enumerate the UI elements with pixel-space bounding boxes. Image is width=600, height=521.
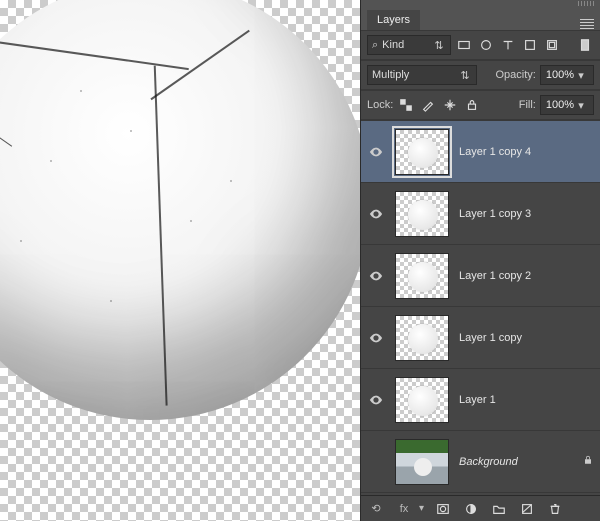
visibility-toggle[interactable] [367,333,385,343]
link-layers-button[interactable]: ⟲ [367,500,385,518]
visibility-toggle[interactable] [367,147,385,157]
new-group-button[interactable] [490,500,508,518]
filter-type-icon[interactable] [499,36,517,54]
chevron-updown-icon: ⇅ [458,69,472,82]
hamburger-icon [580,19,594,29]
layer-name[interactable]: Layer 1 [459,394,594,406]
opacity-value-input[interactable]: 100% ▾ [540,65,594,85]
canvas-sphere-artwork [0,0,360,420]
chevron-down-icon: ▾ [574,99,588,112]
eye-icon [369,147,383,157]
fill-value: 100% [546,99,574,111]
blend-opacity-row: Multiply ⇅ Opacity: 100% ▾ [361,60,600,90]
opacity-value: 100% [546,69,574,81]
filter-toggle-switch[interactable] [576,36,594,54]
filter-adjustment-icon[interactable] [477,36,495,54]
layers-panel-footer: ⟲ fx ▾ [361,495,600,521]
document-canvas[interactable] [0,0,360,521]
fill-label: Fill: [519,99,536,111]
new-layer-button[interactable] [518,500,536,518]
lock-all-icon[interactable] [463,96,481,114]
search-icon: ⌕ [372,39,378,52]
blend-mode-dropdown[interactable]: Multiply ⇅ [367,65,477,85]
layer-row[interactable]: Layer 1 [361,369,600,431]
layer-name[interactable]: Background [459,456,572,468]
lock-icon[interactable] [582,454,594,469]
layer-thumbnail[interactable] [395,191,449,237]
filter-pixel-icon[interactable] [455,36,473,54]
layer-filter-row: ⌕ Kind ⇅ [361,30,600,60]
blend-mode-value: Multiply [372,69,458,81]
layers-panel: Layers ⌕ Kind ⇅ Multiply ⇅ Opacity: 100%… [360,0,600,521]
chevron-updown-icon: ⇅ [432,39,446,52]
layer-thumbnail[interactable] [395,377,449,423]
filter-shape-icon[interactable] [521,36,539,54]
fill-value-input[interactable]: 100% ▾ [540,95,594,115]
layer-name[interactable]: Layer 1 copy 3 [459,208,594,220]
filter-kind-value: Kind [382,39,432,51]
visibility-toggle[interactable] [367,395,385,405]
eye-icon [369,271,383,281]
layer-name[interactable]: Layer 1 copy 4 [459,146,594,158]
delete-layer-button[interactable] [546,500,564,518]
layer-row[interactable]: Layer 1 copy 2 [361,245,600,307]
visibility-toggle[interactable] [367,209,385,219]
fx-icon: fx [400,503,409,515]
eye-icon [369,395,383,405]
layer-thumbnail[interactable] [395,439,449,485]
layers-list[interactable]: Layer 1 copy 4 Layer 1 copy 3 Layer 1 copy… [361,120,600,495]
layer-name[interactable]: Layer 1 copy [459,332,594,344]
add-mask-button[interactable] [434,500,452,518]
lock-label: Lock: [367,99,393,111]
chevron-down-icon: ▾ [574,69,588,82]
opacity-label: Opacity: [496,69,536,81]
chevron-down-icon: ▾ [419,503,424,514]
lock-fill-row: Lock: Fill: 100% ▾ [361,90,600,120]
panel-tabs: Layers [361,8,600,30]
lock-pixels-icon[interactable] [419,96,437,114]
new-adjustment-button[interactable] [462,500,480,518]
layer-thumbnail[interactable] [395,129,449,175]
layer-name[interactable]: Layer 1 copy 2 [459,270,594,282]
filter-smart-icon[interactable] [543,36,561,54]
lock-position-icon[interactable] [441,96,459,114]
lock-transparent-icon[interactable] [397,96,415,114]
layer-row[interactable]: Layer 1 copy 3 [361,183,600,245]
panel-collapse-handle[interactable] [361,0,600,8]
eye-icon [369,209,383,219]
filter-kind-dropdown[interactable]: ⌕ Kind ⇅ [367,35,451,55]
tab-layers[interactable]: Layers [367,10,420,30]
panel-menu-button[interactable] [574,18,600,30]
eye-icon [369,333,383,343]
layer-row[interactable]: Layer 1 copy 4 [361,121,600,183]
layer-row[interactable]: Layer 1 copy [361,307,600,369]
visibility-toggle[interactable] [367,271,385,281]
layer-thumbnail[interactable] [395,315,449,361]
layer-effects-button[interactable]: fx [395,500,413,518]
layer-thumbnail[interactable] [395,253,449,299]
layer-row[interactable]: Background [361,431,600,493]
